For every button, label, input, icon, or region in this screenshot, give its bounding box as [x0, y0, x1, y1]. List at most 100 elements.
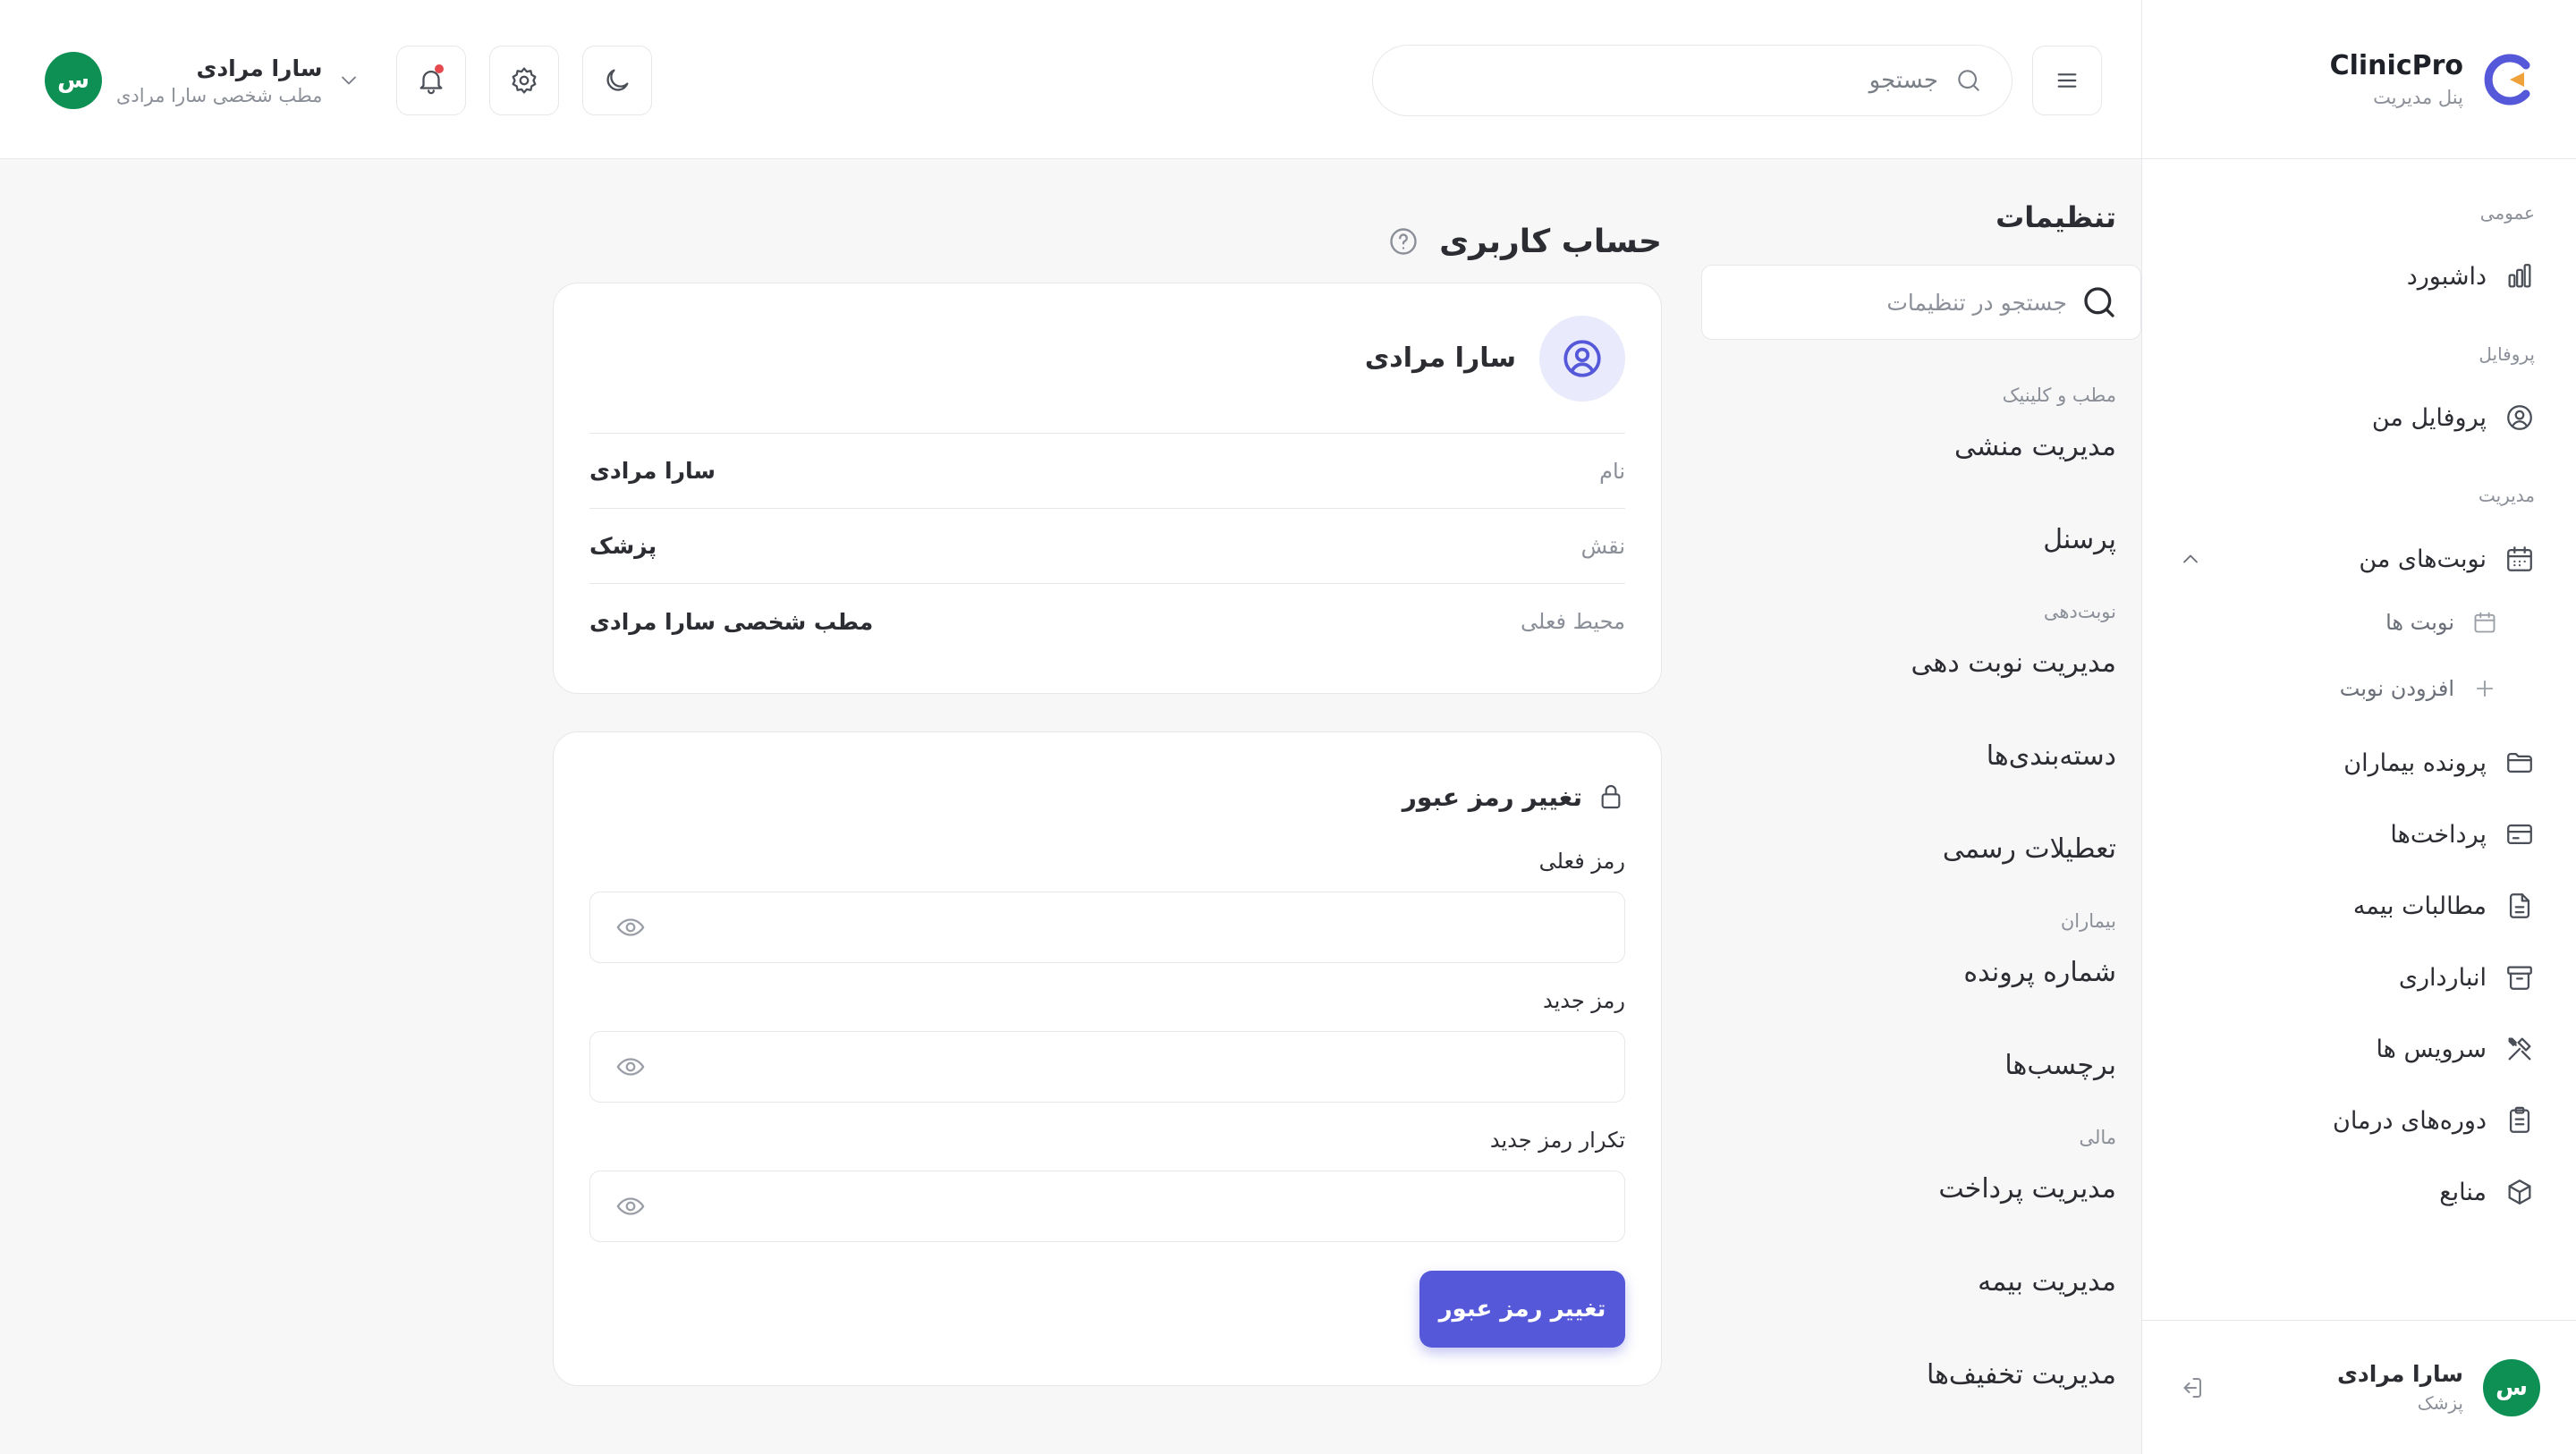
calendar-small-icon: [2474, 612, 2496, 633]
settings-button[interactable]: [489, 46, 559, 115]
sidebar-subitem-appointments[interactable]: نوبت ها: [2178, 604, 2540, 640]
tools-icon: [2508, 1037, 2531, 1061]
sidebar-item-label: افزودن نوبت: [2339, 676, 2454, 701]
sidebar-subitem-add-appointment[interactable]: افزودن نوبت: [2178, 671, 2540, 706]
settings-item-holidays[interactable]: تعطیلات رسمی: [1676, 833, 2116, 873]
sidebar-item-treatment-courses[interactable]: دوره‌های درمان: [2178, 1095, 2540, 1146]
sidebar-item-resources[interactable]: منابع: [2178, 1166, 2540, 1218]
info-row-name: نام سارا مرادی: [589, 434, 1625, 509]
folder-icon: [2507, 752, 2532, 773]
settings-item-staff[interactable]: پرسنل: [1676, 524, 2116, 563]
user-circle-icon: [1563, 339, 1601, 377]
sidebar-item-my-profile[interactable]: پروفایل من: [2178, 392, 2540, 444]
clipboard-icon: [2509, 1106, 2530, 1133]
profile-name: سارا مرادی: [1364, 342, 1516, 374]
current-password-label: رمز فعلی: [1538, 849, 1625, 874]
help-circle-icon[interactable]: [1387, 225, 1419, 258]
settings-item-record-number[interactable]: شماره پرونده: [1676, 957, 2116, 996]
brand[interactable]: ClinicPro پنل مدیریت: [2142, 0, 2576, 159]
sidebar-nav: عمومی داشبورد پروفایل پروفایل من مدیریت …: [2142, 159, 2576, 1218]
settings-group-clinic: مطب و کلینیک: [2002, 385, 2116, 406]
settings-item-secretary[interactable]: مدیریت منشی: [1676, 431, 2116, 470]
eye-icon[interactable]: [615, 912, 646, 943]
user-workspace: مطب شخصی سارا مرادی: [116, 84, 323, 106]
avatar: س: [45, 52, 102, 109]
repeat-password-input[interactable]: [646, 1194, 1599, 1219]
settings-item-categories[interactable]: دسته‌بندی‌ها: [1676, 740, 2116, 780]
settings-menu: تنظیمات مطب و کلینیک مدیریت منشی پرسنل ن…: [1676, 159, 2141, 1454]
info-value: مطب شخصی سارا مرادی: [589, 608, 874, 635]
search-input[interactable]: [1437, 67, 1938, 94]
sidebar-item-patient-records[interactable]: پرونده بیماران: [2178, 737, 2540, 789]
sidebar-item-dashboard[interactable]: داشبورد: [2178, 250, 2540, 302]
sidebar-item-label: پرداخت‌ها: [2390, 820, 2487, 849]
avatar: س: [2483, 1358, 2540, 1416]
sidebar-item-label: انبارداری: [2398, 963, 2487, 992]
document-icon: [2509, 893, 2530, 918]
sidebar-item-insurance-claims[interactable]: مطالبات بیمه: [2178, 880, 2540, 932]
global-search[interactable]: [1372, 45, 2012, 116]
settings-item-tags[interactable]: برچسب‌ها: [1676, 1050, 2116, 1089]
settings-title: تنظیمات: [1996, 200, 2116, 234]
search-icon: [2084, 287, 2114, 317]
notification-dot: [435, 64, 444, 73]
sidebar: ClinicPro پنل مدیریت عمومی داشبورد پروفا…: [2141, 0, 2576, 1454]
theme-toggle-button[interactable]: [582, 46, 652, 115]
sidebar-user-name: سارا مرادی: [2337, 1361, 2463, 1387]
change-password-button[interactable]: تغییر رمز عبور: [1419, 1271, 1625, 1348]
settings-group-patients: بیماران: [2060, 910, 2116, 932]
sidebar-item-services[interactable]: سرویس ها: [2178, 1023, 2540, 1075]
settings-search-input[interactable]: [1727, 289, 2067, 316]
profile-card: سارا مرادی نام سارا مرادی نقش پزشک محیط …: [553, 283, 1662, 694]
settings-item-insurance-management[interactable]: مدیریت بیمه: [1676, 1266, 2116, 1306]
plus-icon: [2476, 680, 2494, 697]
profile-avatar: [1539, 315, 1625, 402]
chevron-down-icon: [342, 76, 357, 85]
sidebar-user[interactable]: س سارا مرادی پزشک: [2142, 1320, 2576, 1454]
eye-icon[interactable]: [615, 1191, 646, 1222]
profile-header: سارا مرادی: [589, 283, 1625, 434]
info-row-workspace: محیط فعلی مطب شخصی سارا مرادی: [589, 584, 1625, 659]
sidebar-item-my-appointments[interactable]: نوبت‌های من: [2178, 533, 2540, 585]
user-circle-icon: [2507, 405, 2532, 430]
brand-subtitle: پنل مدیریت: [2373, 87, 2463, 108]
hamburger-icon: [2057, 73, 2077, 88]
change-password-card: تغییر رمز عبور رمز فعلی رمز جدید تکرار ر…: [553, 731, 1662, 1386]
eye-icon[interactable]: [615, 1052, 646, 1082]
settings-item-discount-management[interactable]: مدیریت تخفیف‌ها: [1676, 1359, 2116, 1399]
change-password-title: تغییر رمز عبور: [1402, 782, 1582, 812]
new-password-input[interactable]: [646, 1054, 1599, 1079]
sidebar-item-label: مطالبات بیمه: [2352, 892, 2487, 920]
clinicpro-logo-icon: [2484, 54, 2530, 105]
settings-item-payment-management[interactable]: مدیریت پرداخت: [1676, 1173, 2116, 1213]
settings-item-appointment-management[interactable]: مدیریت نوبت دهی: [1676, 647, 2116, 687]
sidebar-item-inventory[interactable]: انبارداری: [2178, 951, 2540, 1003]
gear-icon: [512, 67, 537, 94]
menu-toggle-button[interactable]: [2032, 46, 2102, 115]
info-label: محیط فعلی: [1521, 609, 1625, 634]
sidebar-item-payments[interactable]: پرداخت‌ها: [2178, 808, 2540, 860]
sidebar-item-label: منابع: [2439, 1178, 2487, 1206]
sidebar-user-role: پزشک: [2417, 1392, 2463, 1414]
new-password-label: رمز جدید: [1542, 988, 1625, 1013]
sidebar-item-label: پرونده بیماران: [2343, 748, 2487, 777]
topbar: سارا مرادی مطب شخصی سارا مرادی س: [0, 0, 2141, 159]
info-row-role: نقش پزشک: [589, 509, 1625, 584]
current-password-field[interactable]: [589, 892, 1625, 963]
chevron-up-icon[interactable]: [2178, 546, 2203, 571]
notifications-button[interactable]: [396, 46, 466, 115]
repeat-password-field[interactable]: [589, 1171, 1625, 1242]
sidebar-item-label: داشبورد: [2406, 262, 2487, 291]
sidebar-group-general: عمومی: [2479, 202, 2535, 224]
user-menu[interactable]: سارا مرادی مطب شخصی سارا مرادی س: [45, 45, 361, 116]
archive-icon: [2507, 966, 2532, 990]
logout-icon[interactable]: [2178, 1374, 2205, 1401]
new-password-field[interactable]: [589, 1031, 1625, 1103]
user-name: سارا مرادی: [196, 55, 323, 81]
sidebar-item-label: دوره‌های درمان: [2332, 1106, 2487, 1135]
current-password-input[interactable]: [646, 915, 1599, 940]
info-label: نقش: [1580, 533, 1625, 559]
settings-search[interactable]: [1701, 265, 2141, 340]
moon-icon: [606, 69, 629, 91]
box-icon: [2508, 1179, 2531, 1205]
